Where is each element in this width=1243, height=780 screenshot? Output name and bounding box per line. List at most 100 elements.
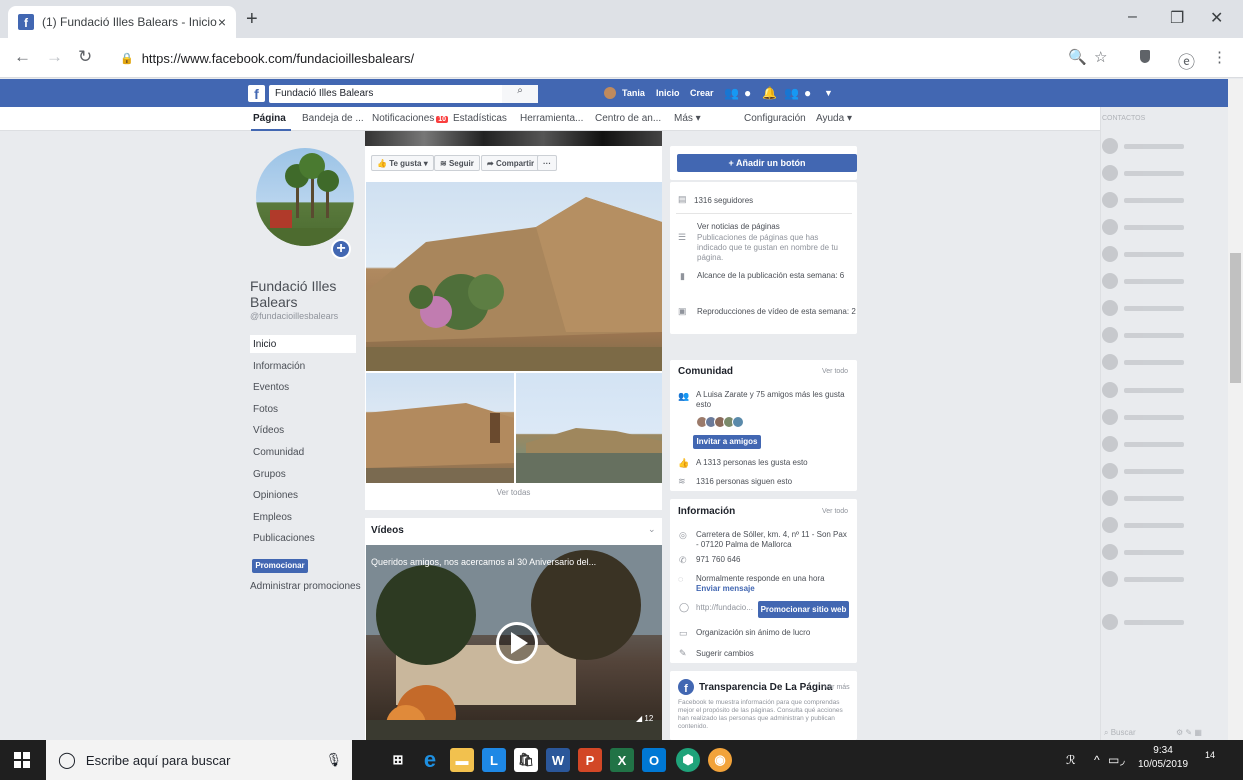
chat-contact[interactable] xyxy=(1102,407,1222,427)
outlook-icon[interactable]: O xyxy=(642,748,666,772)
file-explorer-icon[interactable]: ▬ xyxy=(450,748,474,772)
chat-contact[interactable] xyxy=(1102,190,1222,210)
word-icon[interactable]: W xyxy=(546,748,570,772)
close-window-button[interactable]: ✕ xyxy=(1210,8,1223,28)
user-name-link[interactable]: Tania xyxy=(622,88,645,98)
profile-icon[interactable]: ⓔ xyxy=(1178,48,1195,73)
excel-icon[interactable]: X xyxy=(610,748,634,772)
chat-contact[interactable] xyxy=(1102,488,1222,508)
create-link[interactable]: Crear xyxy=(690,88,714,98)
community-see-all[interactable]: Ver todo xyxy=(822,368,848,375)
photo-fortress-landscape[interactable] xyxy=(516,373,662,483)
info-see-all[interactable]: Ver todo xyxy=(822,508,848,515)
quick-help-icon[interactable]: 👥 xyxy=(784,86,799,100)
tab-tools[interactable]: Herramienta... xyxy=(520,113,583,124)
help-icon[interactable]: ● xyxy=(804,86,811,100)
chat-contact[interactable] xyxy=(1102,217,1222,237)
home-link[interactable]: Inicio xyxy=(656,88,680,98)
tab-page[interactable]: Página xyxy=(253,113,286,124)
store-icon[interactable]: 🛍 xyxy=(514,748,538,772)
chat-search-input[interactable]: ⌕ Buscar xyxy=(1104,728,1136,738)
facebook-logo-icon[interactable]: f xyxy=(248,85,265,102)
maximize-button[interactable]: ❐ xyxy=(1170,8,1184,28)
chat-contact[interactable] xyxy=(1102,461,1222,481)
green-app-icon[interactable]: ⬢ xyxy=(676,748,700,772)
see-all-photos-link[interactable]: Ver todas xyxy=(365,488,662,497)
powerpoint-icon[interactable]: P xyxy=(578,748,602,772)
forward-arrow-icon[interactable]: → xyxy=(46,47,63,67)
promote-website-button[interactable]: Promocionar sitio web xyxy=(758,601,849,618)
like-button[interactable]: 👍 Te gusta ▾ xyxy=(371,155,434,171)
chat-contact[interactable] xyxy=(1102,515,1222,535)
zoom-icon[interactable]: 🔍 xyxy=(1068,48,1087,66)
update-photo-plus-icon[interactable]: + xyxy=(331,239,351,259)
messenger-icon[interactable]: ● xyxy=(744,86,751,100)
friend-avatars[interactable] xyxy=(696,416,744,428)
tab-help[interactable]: Ayuda ▾ xyxy=(816,113,852,124)
minimize-button[interactable]: – xyxy=(1128,8,1137,26)
microphone-icon[interactable]: 🎙 xyxy=(325,752,342,768)
photo-fortress-walls[interactable] xyxy=(366,373,514,483)
profile-picture[interactable] xyxy=(256,148,354,246)
bookmark-star-icon[interactable]: ☆ xyxy=(1094,48,1107,66)
promote-button[interactable]: Promocionar xyxy=(252,559,308,573)
nav-community[interactable]: Comunidad xyxy=(250,443,356,461)
chat-contact[interactable] xyxy=(1102,163,1222,183)
chat-contact[interactable] xyxy=(1102,352,1222,372)
tab-ad-center[interactable]: Centro de an... xyxy=(595,113,661,124)
cover-photo-strip[interactable] xyxy=(365,131,662,146)
nav-videos[interactable]: Vídeos xyxy=(250,421,356,439)
facebook-search-input[interactable]: Fundació Illes Balears ⌕ xyxy=(269,85,538,103)
photo-fortress-main[interactable] xyxy=(366,182,662,371)
taskbar-search-box[interactable]: ◯ Escribe aquí para buscar 🎙 xyxy=(46,740,352,780)
wifi-volume-icon[interactable]: ◞ xyxy=(1120,753,1125,767)
edge-browser-icon[interactable]: e xyxy=(418,747,442,772)
nav-reviews[interactable]: Opiniones xyxy=(250,486,356,504)
tab-more[interactable]: Más ▾ xyxy=(674,113,701,124)
l-app-icon[interactable]: L xyxy=(482,748,506,772)
page-handle[interactable]: @fundacioillesbalears xyxy=(250,311,338,321)
more-options-button[interactable]: ··· xyxy=(537,155,557,171)
videos-chevron-icon[interactable]: ⌄ xyxy=(648,524,656,535)
tab-inbox[interactable]: Bandeja de ... xyxy=(302,113,364,124)
chat-contact[interactable] xyxy=(1102,298,1222,318)
nav-posts[interactable]: Publicaciones xyxy=(250,529,356,547)
account-dropdown-icon[interactable]: ▼ xyxy=(824,88,833,98)
nav-info[interactable]: Información xyxy=(250,357,356,375)
invite-friends-button[interactable]: Invitar a amigos xyxy=(693,435,761,449)
task-view-icon[interactable]: ⊞ xyxy=(386,748,410,772)
friend-requests-icon[interactable]: 👥 xyxy=(724,86,739,100)
nav-groups[interactable]: Grupos xyxy=(250,465,356,483)
action-center-icon[interactable]: 14 xyxy=(1205,750,1223,768)
windows-start-icon[interactable] xyxy=(14,752,30,768)
send-message-link[interactable]: Enviar mensaje xyxy=(696,584,755,593)
chrome-icon[interactable]: ◉ xyxy=(708,748,732,772)
share-button[interactable]: ➦ Compartir xyxy=(481,155,541,171)
people-icon[interactable]: ℛ xyxy=(1066,753,1076,767)
nav-home[interactable]: Inicio xyxy=(250,335,356,353)
chat-contact[interactable] xyxy=(1102,325,1222,345)
page-news-link[interactable]: Ver noticias de páginas xyxy=(697,222,780,231)
add-button-cta[interactable]: + Añadir un botón xyxy=(677,154,857,172)
browser-menu-icon[interactable]: ⋮ xyxy=(1212,48,1227,66)
chat-contact[interactable] xyxy=(1102,434,1222,454)
chat-contact[interactable] xyxy=(1102,569,1222,589)
chat-settings-icon[interactable]: ⚙ ✎ ▦ xyxy=(1176,728,1202,737)
chat-contact[interactable] xyxy=(1102,542,1222,562)
tray-up-arrow-icon[interactable]: ^ xyxy=(1094,753,1100,767)
transparency-see-more[interactable]: Ver más xyxy=(824,684,850,691)
extension-shield-icon[interactable] xyxy=(1140,50,1150,63)
address[interactable]: Carretera de Sóller, km. 4, nº 11 - Son … xyxy=(696,530,851,550)
tab-settings[interactable]: Configuración xyxy=(744,113,806,124)
follow-button[interactable]: ≋ Seguir xyxy=(434,155,480,171)
reload-icon[interactable]: ↻ xyxy=(78,47,92,67)
nav-jobs[interactable]: Empleos xyxy=(250,508,356,526)
tab-notifications[interactable]: Notificaciones 10 xyxy=(372,113,449,124)
notifications-bell-icon[interactable]: 🔔 xyxy=(762,86,777,100)
chat-contact[interactable] xyxy=(1102,271,1222,291)
website-link[interactable]: http://fundacio... xyxy=(696,603,753,612)
chat-contact[interactable] xyxy=(1102,136,1222,156)
nav-photos[interactable]: Fotos xyxy=(250,400,356,418)
suggest-edits-link[interactable]: Sugerir cambios xyxy=(696,649,754,658)
user-avatar[interactable] xyxy=(604,87,616,99)
